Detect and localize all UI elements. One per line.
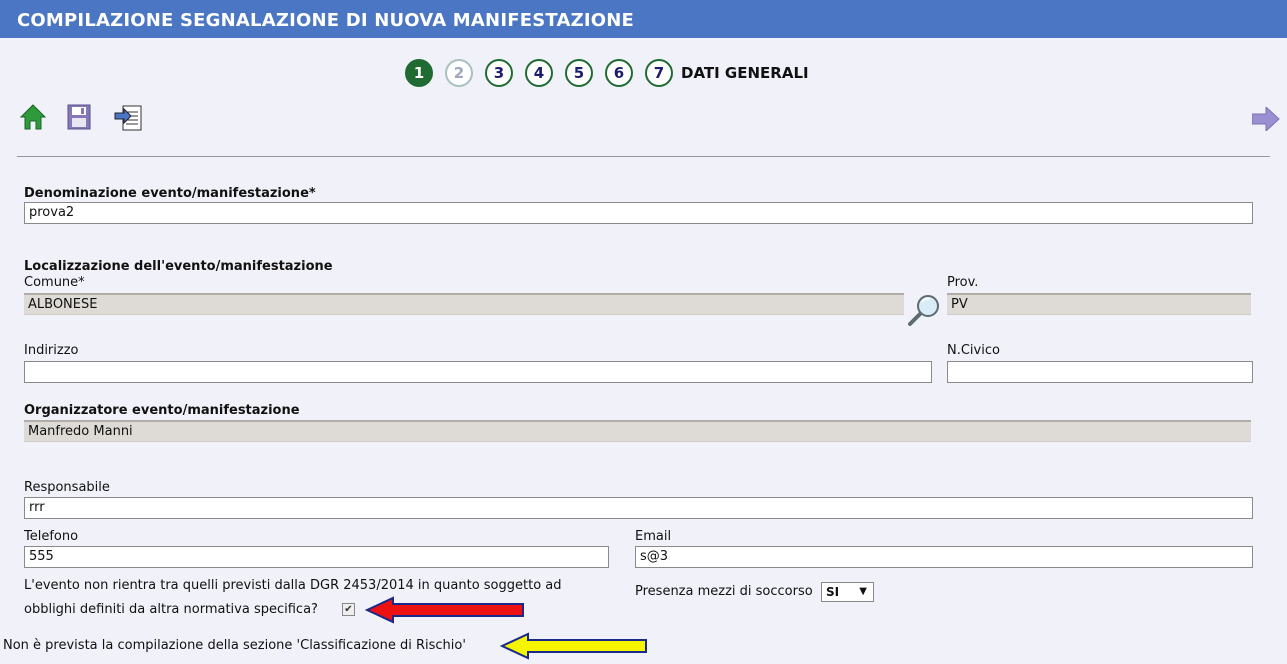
divider: [17, 156, 1270, 157]
soccorso-select-value: SI: [826, 585, 840, 599]
soccorso-label: Presenza mezzi di soccorso: [635, 584, 813, 599]
chevron-down-icon: ▼: [859, 586, 867, 597]
soccorso-select[interactable]: SI ▼: [821, 582, 874, 602]
step-2-button[interactable]: 2: [445, 59, 473, 87]
home-icon[interactable]: [19, 104, 47, 134]
normativa-checkbox[interactable]: ✔: [342, 603, 355, 616]
email-label: Email: [635, 529, 672, 544]
page-title: COMPILAZIONE SEGNALAZIONE DI NUOVA MANIF…: [0, 0, 1287, 38]
email-input[interactable]: s@3: [635, 546, 1253, 568]
organizzatore-field: Manfredo Manni: [24, 420, 1251, 442]
step-4-button[interactable]: 4: [525, 59, 553, 87]
next-arrow-icon[interactable]: [1251, 105, 1280, 135]
search-icon[interactable]: [907, 293, 943, 331]
export-icon[interactable]: [114, 104, 144, 136]
organizzatore-label: Organizzatore evento/manifestazione: [24, 403, 300, 418]
prov-label: Prov.: [947, 275, 979, 290]
yellow-arrow-icon: [499, 632, 650, 664]
save-icon[interactable]: [67, 104, 91, 134]
responsabile-label: Responsabile: [24, 480, 110, 495]
classificazione-note: Non è prevista la compilazione della sez…: [3, 638, 466, 653]
wizard-steps: 1 2 3 4 5 6 7 DATI GENERALI: [405, 58, 809, 88]
comune-field: ALBONESE: [24, 293, 904, 315]
localizzazione-label: Localizzazione dell'evento/manifestazion…: [24, 259, 333, 274]
prov-field: PV: [947, 293, 1251, 315]
normativa-question-line1: L'evento non rientra tra quelli previsti…: [24, 578, 562, 593]
denominazione-input[interactable]: prova2: [24, 202, 1253, 224]
step-5-button[interactable]: 5: [565, 59, 593, 87]
civico-label: N.Civico: [947, 343, 1000, 358]
normativa-question-line2: obblighi definiti da altra normativa spe…: [24, 602, 318, 617]
telefono-label: Telefono: [24, 529, 79, 544]
step-1-button[interactable]: 1: [405, 59, 433, 87]
denominazione-label: Denominazione evento/manifestazione*: [24, 186, 316, 201]
step-7-button[interactable]: 7: [645, 59, 673, 87]
indirizzo-label: Indirizzo: [24, 343, 79, 358]
step-6-button[interactable]: 6: [605, 59, 633, 87]
red-arrow-icon: [364, 596, 527, 628]
step-3-button[interactable]: 3: [485, 59, 513, 87]
responsabile-input[interactable]: rrr: [24, 497, 1253, 519]
step-title: DATI GENERALI: [681, 64, 809, 82]
civico-input[interactable]: [947, 361, 1253, 383]
telefono-input[interactable]: 555: [24, 546, 609, 568]
indirizzo-input[interactable]: [24, 361, 932, 383]
comune-label: Comune*: [24, 275, 85, 290]
